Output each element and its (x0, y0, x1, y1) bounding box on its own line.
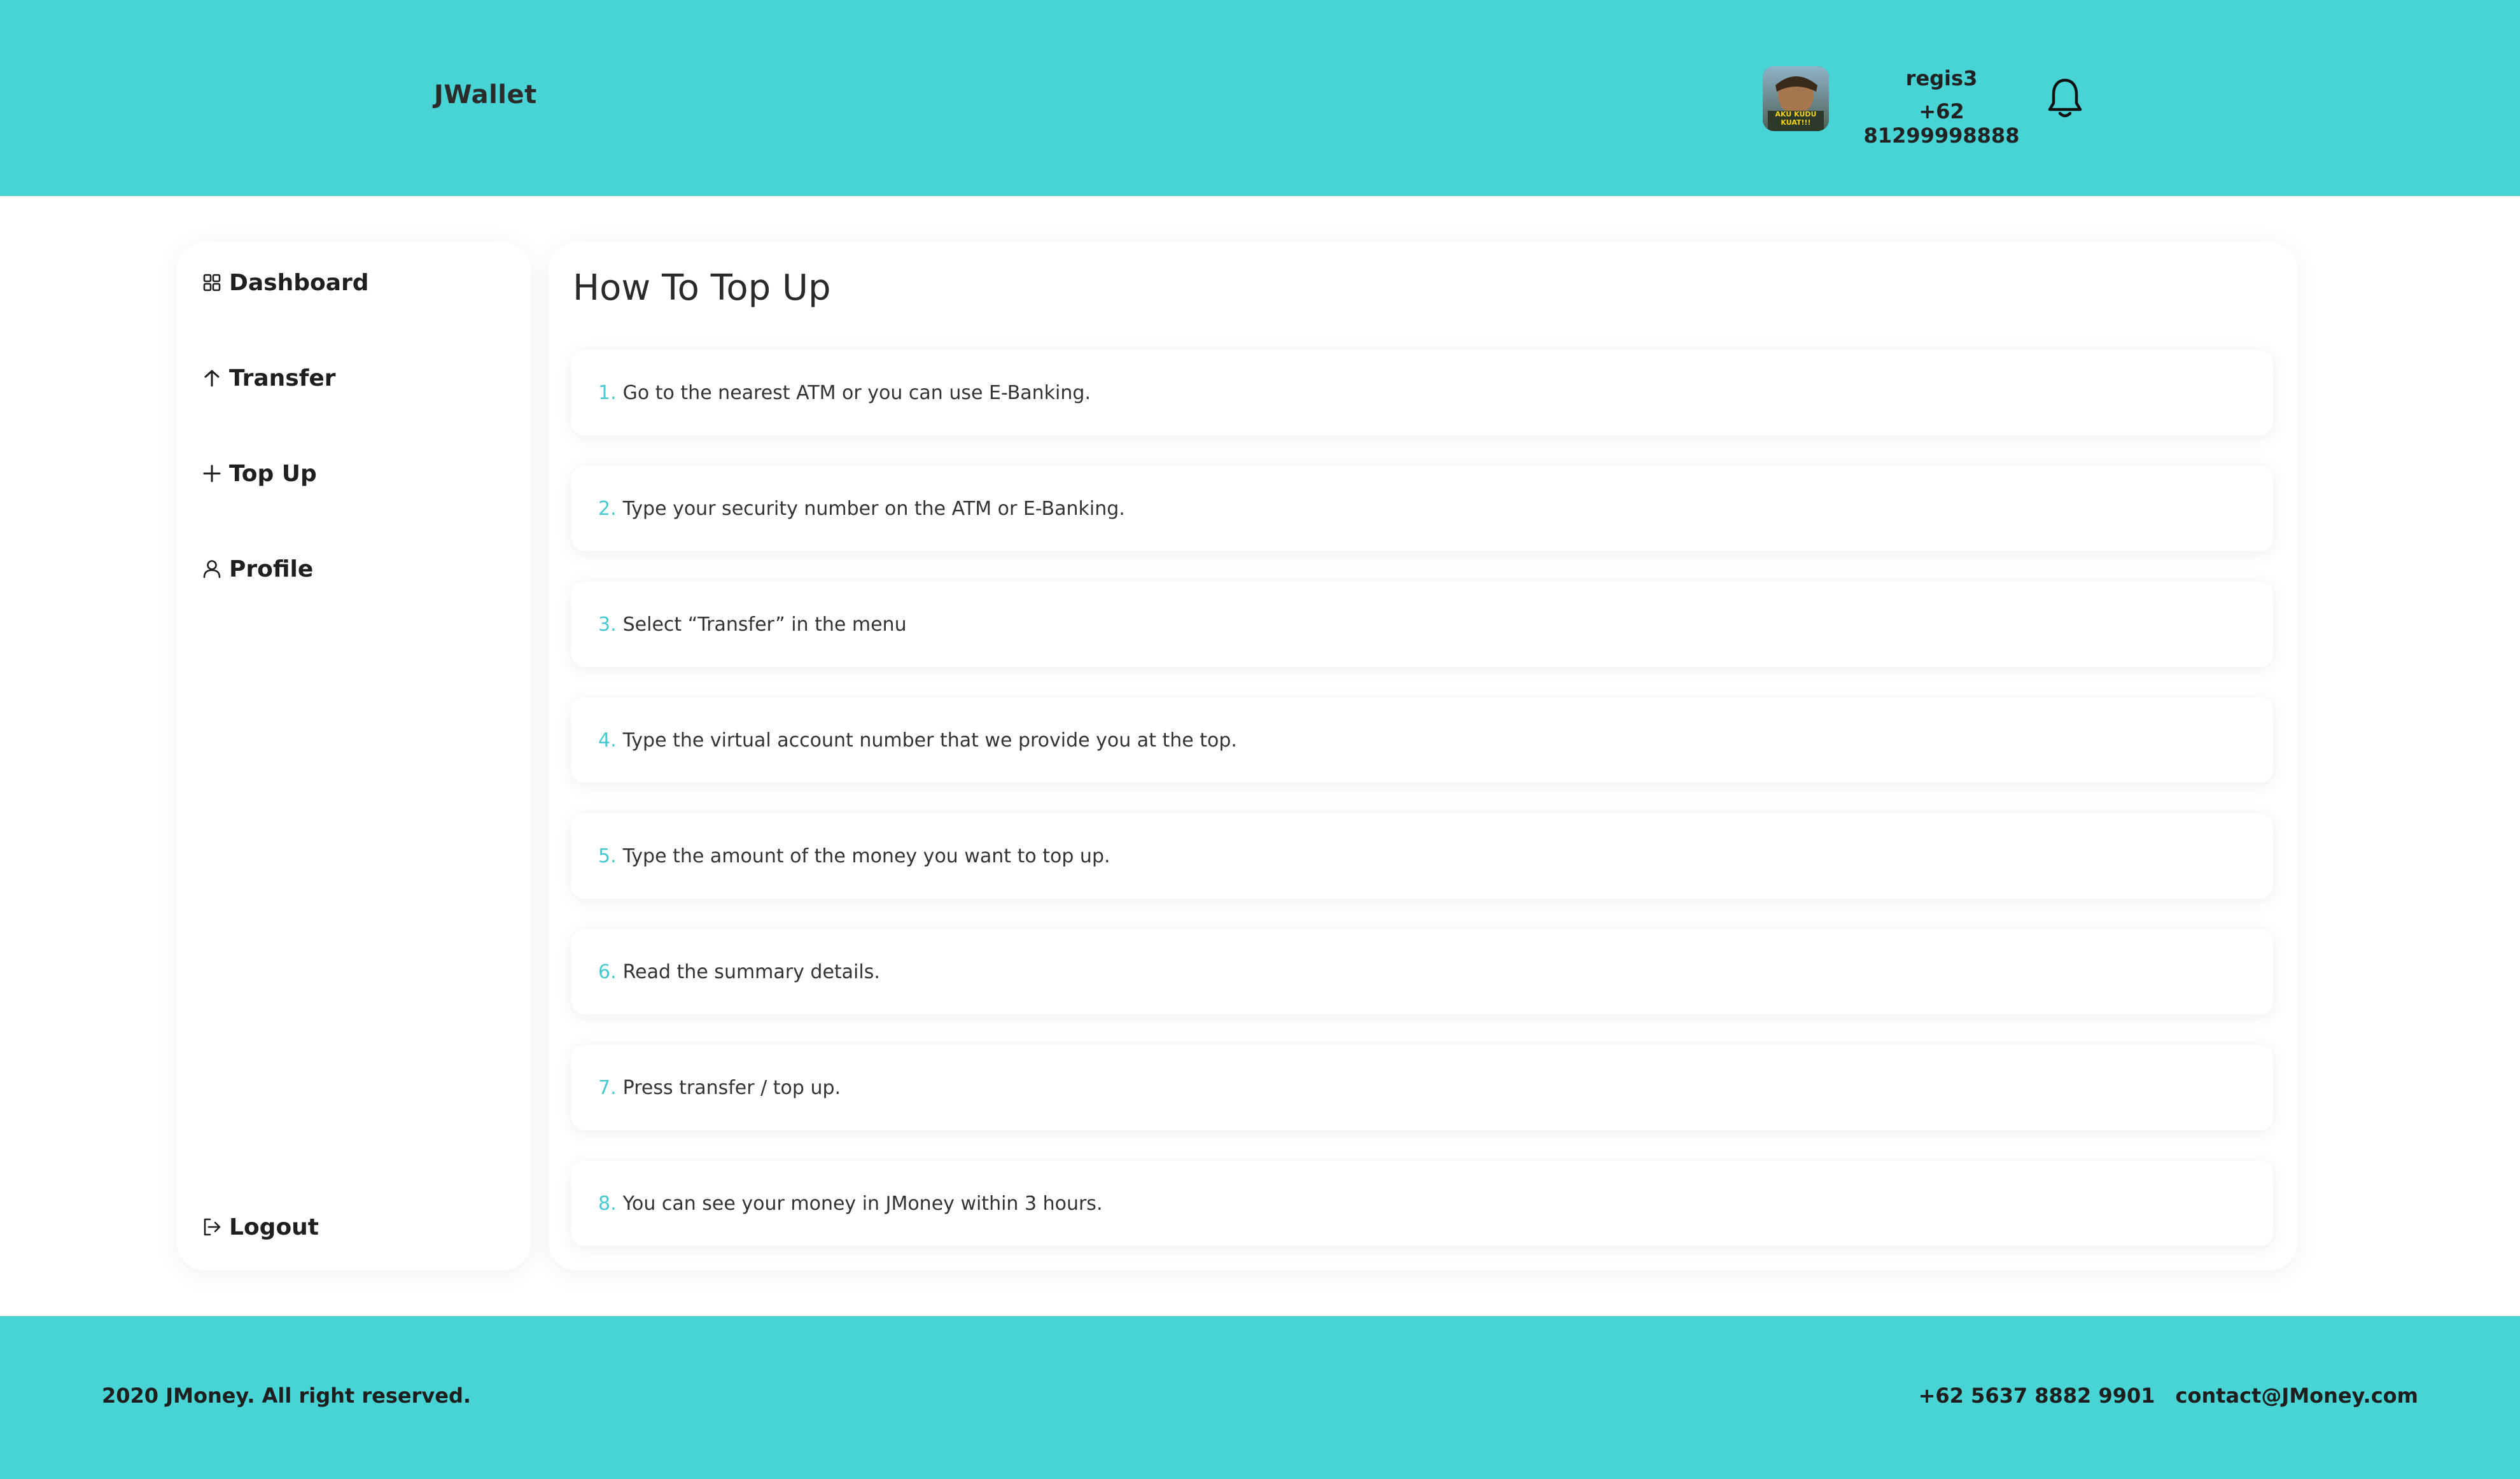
logout-icon (202, 1217, 221, 1237)
step-text: Read the summary details. (622, 960, 880, 983)
step-number: 2. (598, 497, 617, 520)
avatar-caption-line1: AKU KUDU (1775, 110, 1817, 118)
sidebar-item-label: Dashboard (229, 269, 369, 296)
step-text: Select “Transfer” in the menu (622, 613, 907, 636)
step-number: 7. (598, 1076, 617, 1099)
step-text: Go to the nearest ATM or you can use E-B… (622, 381, 1091, 404)
plus-icon (202, 464, 221, 483)
sidebar-item-top-up[interactable]: Top Up (202, 454, 317, 493)
step-number: 4. (598, 729, 617, 752)
list-item: 3. Select “Transfer” in the menu (571, 582, 2273, 667)
list-item: 7. Press transfer / top up. (571, 1045, 2273, 1130)
sidebar: Dashboard Transfer Top Up Profile Logout (177, 242, 531, 1270)
sidebar-item-transfer[interactable]: Transfer (202, 359, 336, 397)
bell-icon[interactable] (2046, 76, 2084, 120)
sidebar-item-dashboard[interactable]: Dashboard (202, 263, 369, 302)
top-header: JWallet AKU KUDU KUAT!!! regis3 +62 8129… (0, 0, 2520, 196)
list-item: 4. Type the virtual account number that … (571, 697, 2273, 783)
step-text: Press transfer / top up. (622, 1076, 841, 1099)
step-number: 3. (598, 613, 617, 636)
copyright-text: 2020 JMoney. All right reserved. (102, 1384, 471, 1408)
step-text: Type the amount of the money you want to… (622, 845, 1110, 867)
user-phone: +62 81299998888 (1863, 99, 2020, 148)
user-name: regis3 (1905, 66, 1978, 90)
list-item: 5. Type the amount of the money you want… (571, 813, 2273, 899)
step-number: 1. (598, 381, 617, 404)
arrow-up-icon (202, 368, 221, 388)
grid-icon (202, 273, 221, 292)
sidebar-item-label: Transfer (229, 365, 336, 391)
page-title: How To Top Up (573, 267, 831, 309)
footer: 2020 JMoney. All right reserved. +62 563… (0, 1316, 2520, 1479)
logout-label: Logout (229, 1214, 319, 1240)
avatar-caption-line2: KUAT!!! (1781, 118, 1810, 127)
list-item: 6. Read the summary details. (571, 929, 2273, 1014)
top-up-instructions-card: How To Top Up 1. Go to the nearest ATM o… (549, 242, 2297, 1270)
list-item: 1. Go to the nearest ATM or you can use … (571, 350, 2273, 435)
sidebar-item-profile[interactable]: Profile (202, 550, 313, 588)
step-text: You can see your money in JMoney within … (622, 1192, 1103, 1215)
step-number: 5. (598, 845, 617, 867)
brand-logo[interactable]: JWallet (434, 80, 537, 109)
footer-contact: +62 5637 8882 9901 contact@JMoney.com (1919, 1384, 2418, 1408)
sidebar-item-label: Top Up (229, 460, 317, 487)
sidebar-item-label: Profile (229, 556, 314, 582)
step-text: Type your security number on the ATM or … (622, 497, 1125, 520)
footer-phone[interactable]: +62 5637 8882 9901 (1919, 1384, 2155, 1408)
logout-button[interactable]: Logout (202, 1208, 319, 1246)
footer-email[interactable]: contact@JMoney.com (2176, 1384, 2418, 1408)
user-icon (202, 559, 221, 578)
step-number: 8. (598, 1192, 617, 1215)
avatar[interactable]: AKU KUDU KUAT!!! (1763, 66, 1829, 131)
step-number: 6. (598, 960, 617, 983)
list-item: 8. You can see your money in JMoney with… (571, 1161, 2273, 1246)
list-item: 2. Type your security number on the ATM … (571, 466, 2273, 551)
step-text: Type the virtual account number that we … (622, 729, 1237, 752)
